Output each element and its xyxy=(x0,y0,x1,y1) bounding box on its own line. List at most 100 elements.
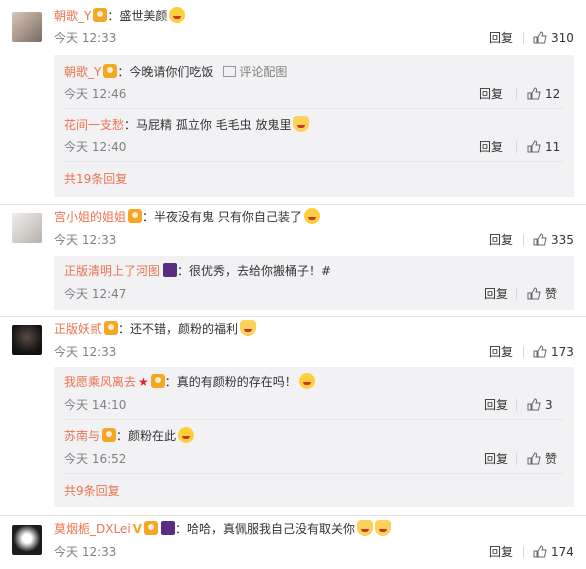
like-count: 174 xyxy=(551,545,574,559)
thumbs-up-icon xyxy=(527,287,541,300)
emoji-icon xyxy=(169,7,186,23)
like-label: 赞 xyxy=(545,287,558,301)
avatar[interactable] xyxy=(12,525,42,555)
reply-text: ：颜粉在此 xyxy=(116,429,177,443)
thumbs-up-icon xyxy=(533,31,547,44)
reply-button[interactable]: 回复 xyxy=(489,29,513,47)
divider xyxy=(516,88,517,100)
comment-text: ：还不错，颜粉的福利 xyxy=(118,322,239,336)
like-button[interactable]: 173 xyxy=(533,343,574,361)
reply-text: ：真的有颜粉的存在吗！ xyxy=(164,375,297,389)
vip-crown-icon xyxy=(128,209,143,223)
username[interactable]: 花间一支愁 xyxy=(64,118,124,132)
like-count: 310 xyxy=(551,31,574,45)
divider xyxy=(523,346,524,358)
avatar[interactable] xyxy=(12,325,42,355)
vip-badge-icon xyxy=(160,521,175,535)
like-button[interactable]: 11 xyxy=(527,138,560,156)
thumbs-up-icon xyxy=(527,398,541,411)
more-replies-link[interactable]: 共9条回复 xyxy=(64,482,120,500)
comment-time: 今天 12:33 xyxy=(54,545,117,559)
emoji-icon xyxy=(356,520,373,536)
comment-image-link[interactable]: 评论配图 xyxy=(239,65,287,79)
reply-text: ：很优秀，去给你搬桶子！# xyxy=(177,264,332,278)
username[interactable]: 正版清明上了河图 xyxy=(64,264,160,278)
divider xyxy=(523,234,524,246)
reply-time: 今天 16:52 xyxy=(64,452,127,466)
thumbs-up-icon xyxy=(533,545,547,558)
reply-button[interactable]: 回复 xyxy=(479,85,503,103)
divider xyxy=(516,141,517,153)
divider xyxy=(0,515,586,516)
username[interactable]: 宫小姐的姐姐 xyxy=(54,210,126,224)
thumbs-up-icon xyxy=(533,345,547,358)
reply-button[interactable]: 回复 xyxy=(489,543,513,561)
vip-crown-icon xyxy=(150,374,165,388)
image-icon xyxy=(223,66,237,77)
like-button[interactable]: 12 xyxy=(527,85,560,103)
comment-time: 今天 12:33 xyxy=(54,31,117,45)
divider xyxy=(64,473,564,474)
vip-crown-icon xyxy=(104,321,119,335)
divider xyxy=(0,204,586,205)
like-count: 173 xyxy=(551,345,574,359)
vip-crown-icon xyxy=(93,8,108,22)
username[interactable]: 我愿乘风离去 xyxy=(64,375,136,389)
like-button[interactable]: 174 xyxy=(533,543,574,561)
emoji-icon xyxy=(298,373,315,389)
reply-button[interactable]: 回复 xyxy=(484,396,508,414)
thumbs-up-icon xyxy=(527,87,541,100)
reply-button[interactable]: 回复 xyxy=(489,343,513,361)
reply-text: ：马屁精 孤立你 毛毛虫 放鬼里 xyxy=(124,118,292,132)
like-button[interactable]: 3 xyxy=(527,396,553,414)
reply-button[interactable]: 回复 xyxy=(489,231,513,249)
username[interactable]: 朝歌_Y xyxy=(54,9,91,23)
comment-time: 今天 12:33 xyxy=(54,345,117,359)
username[interactable]: 朝歌_Y xyxy=(64,65,101,79)
divider xyxy=(516,399,517,411)
emoji-icon xyxy=(374,520,391,536)
comment-text: ：哈哈，真佩服我自己没有取关你 xyxy=(174,522,355,536)
like-count: 335 xyxy=(551,233,574,247)
reply-list: 朝歌_Y ：今晚请你们吃饭 评论配图 今天 12:46 回复 12 花间一支愁：马屁… xyxy=(54,55,574,197)
star-icon: ★ xyxy=(138,375,149,389)
reply-time: 今天 12:47 xyxy=(64,287,127,301)
avatar[interactable] xyxy=(12,213,42,243)
divider xyxy=(0,316,586,317)
reply-time: 今天 12:46 xyxy=(64,87,127,101)
divider xyxy=(523,32,524,44)
like-count: 12 xyxy=(545,87,561,101)
divider xyxy=(64,108,564,109)
username[interactable]: 正版妖贰 xyxy=(54,322,102,336)
divider xyxy=(516,288,517,300)
divider xyxy=(64,161,564,162)
avatar[interactable] xyxy=(12,12,42,42)
vip-crown-icon xyxy=(103,64,118,78)
comment-text: ：盛世美颜 xyxy=(107,9,168,23)
thumbs-up-icon xyxy=(527,140,541,153)
comment-text: ：半夜没有鬼 只有你自己装了 xyxy=(142,210,302,224)
reply-list: 正版清明上了河图 ：很优秀，去给你搬桶子！# 今天 12:47 回复 赞 xyxy=(54,256,574,310)
emoji-icon xyxy=(293,116,310,132)
emoji-icon xyxy=(178,427,195,443)
vip-crown-icon xyxy=(102,428,117,442)
reply-button[interactable]: 回复 xyxy=(484,450,508,468)
divider xyxy=(523,546,524,558)
like-button[interactable]: 335 xyxy=(533,231,574,249)
thumbs-up-icon xyxy=(527,452,541,465)
like-button[interactable]: 赞 xyxy=(527,285,557,303)
username[interactable]: 苏南与 xyxy=(64,429,100,443)
reply-button[interactable]: 回复 xyxy=(484,285,508,303)
more-replies-link[interactable]: 共19条回复 xyxy=(64,170,127,188)
divider xyxy=(64,419,564,420)
like-label: 赞 xyxy=(545,452,558,466)
like-count: 3 xyxy=(545,398,553,412)
emoji-icon xyxy=(303,208,320,224)
divider xyxy=(516,453,517,465)
reply-button[interactable]: 回复 xyxy=(479,138,503,156)
username[interactable]: 莫烟栀_DXLei xyxy=(54,522,131,536)
like-button[interactable]: 310 xyxy=(533,29,574,47)
emoji-icon xyxy=(240,320,257,336)
like-button[interactable]: 赞 xyxy=(527,450,557,468)
vip-crown-icon xyxy=(143,521,158,535)
